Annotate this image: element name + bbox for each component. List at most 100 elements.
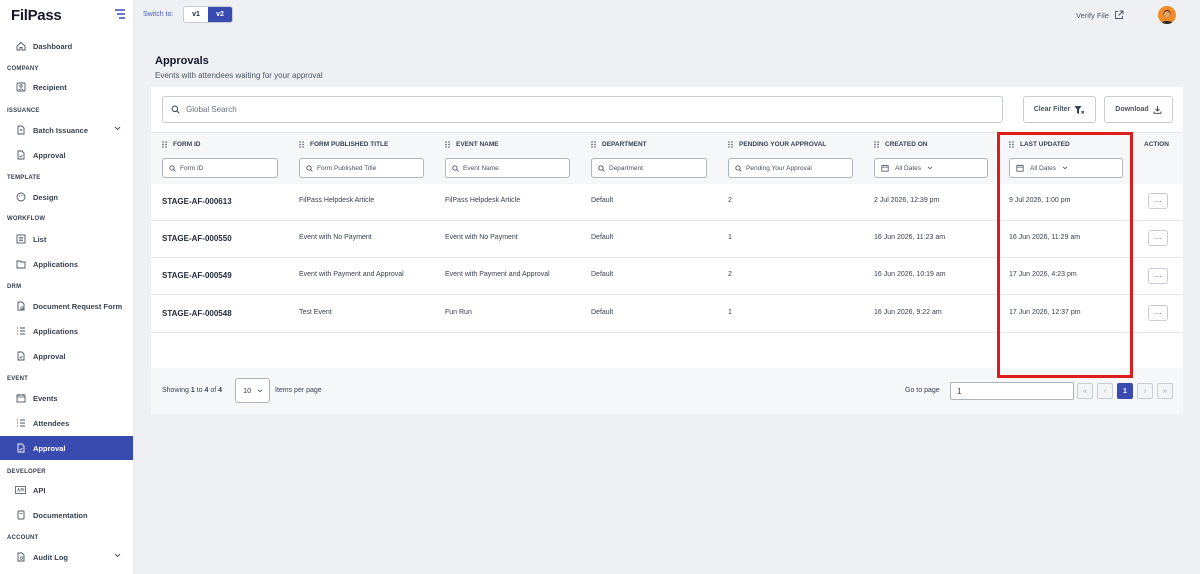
department-filter[interactable] — [591, 158, 707, 178]
chevron-down-icon[interactable] — [114, 553, 121, 558]
drag-grip-icon[interactable] — [874, 141, 879, 148]
sidebar-item-label: Approval — [33, 443, 66, 453]
row-pending: 1 — [728, 234, 732, 241]
book-icon — [15, 510, 26, 521]
section-drm: DRM — [7, 284, 22, 290]
column-header-department[interactable]: DEPARTMENT — [591, 141, 647, 148]
row-action-button[interactable]: ··· — [1148, 193, 1168, 209]
sidebar-item-documentation[interactable]: Documentation — [0, 503, 133, 527]
row-updated: 9 Jul 2026, 1:00 pm — [1009, 197, 1071, 204]
event-name-filter[interactable] — [445, 158, 570, 178]
sidebar-item-workflow-applications[interactable]: Applications — [0, 252, 133, 276]
search-icon — [169, 164, 176, 172]
last-page-button[interactable]: » — [1157, 383, 1173, 399]
row-updated: 17 Jun 2026, 12:37 pm — [1009, 309, 1081, 316]
updated-date-filter[interactable]: All Dates — [1009, 158, 1123, 178]
drag-grip-icon[interactable] — [728, 141, 733, 148]
drag-grip-icon[interactable] — [1009, 141, 1014, 148]
sidebar-item-document-request-form[interactable]: Document Request Form — [0, 294, 133, 318]
search-icon — [598, 164, 605, 172]
approval-doc-icon — [15, 351, 26, 362]
next-page-button[interactable]: › — [1137, 383, 1153, 399]
summary-from: 1 — [190, 387, 195, 394]
sidebar-item-event-approval[interactable]: Approval — [0, 436, 133, 460]
row-created: 16 Jun 2026, 9:22 am — [874, 309, 942, 316]
pending-filter-input[interactable] — [746, 164, 846, 172]
sidebar-item-batch-issuance[interactable]: Batch Issuance — [0, 118, 133, 142]
prev-page-button[interactable]: ‹ — [1097, 383, 1113, 399]
download-button[interactable]: Download — [1104, 96, 1173, 123]
global-search-box[interactable] — [162, 96, 1003, 123]
column-header-form-title[interactable]: FORM PUBLISHED TITLE — [299, 141, 388, 148]
sidebar-item-list[interactable]: List — [0, 227, 133, 251]
sidebar-item-attendees[interactable]: Attendees — [0, 411, 133, 435]
form-id-filter-input[interactable] — [180, 164, 272, 172]
chevron-down-icon — [257, 389, 263, 393]
section-account: ACCOUNT — [7, 535, 39, 541]
row-action-button[interactable]: ··· — [1148, 230, 1168, 246]
sidebar-item-api[interactable]: API — [0, 478, 133, 502]
external-link-icon — [1114, 10, 1124, 19]
clear-filter-button[interactable]: Clear Filter — [1023, 96, 1096, 123]
sidebar-item-design[interactable]: Design — [0, 185, 133, 209]
verify-file-label: Verify File — [1076, 10, 1109, 20]
filpass-logo[interactable]: FilPass — [11, 7, 62, 24]
column-header-created[interactable]: CREATED ON — [874, 141, 928, 148]
column-header-updated[interactable]: LAST UPDATED — [1009, 141, 1070, 148]
drag-grip-icon[interactable] — [299, 141, 304, 148]
sidebar-item-events[interactable]: Events — [0, 386, 133, 410]
created-date-filter[interactable]: All Dates — [874, 158, 988, 178]
drag-grip-icon[interactable] — [162, 141, 167, 148]
verify-file-link[interactable]: Verify File — [1076, 10, 1124, 20]
sidebar-item-drm-applications[interactable]: Applications — [0, 319, 133, 343]
pending-filter[interactable] — [728, 158, 853, 178]
sidebar-item-label: Events — [33, 393, 58, 403]
sidebar-item-label: API — [33, 485, 46, 495]
sidebar-item-label: Applications — [33, 326, 79, 336]
chevron-down-icon[interactable] — [114, 126, 121, 131]
version-switch-label: Switch to: — [143, 11, 174, 18]
department-filter-input[interactable] — [609, 164, 701, 172]
sidebar-item-issuance-approval[interactable]: Approval — [0, 143, 133, 167]
global-search-input[interactable] — [186, 105, 886, 114]
form-id-filter[interactable] — [162, 158, 278, 178]
home-icon — [15, 41, 26, 52]
drag-grip-icon[interactable] — [445, 141, 450, 148]
version-v2-button[interactable]: v2 — [208, 7, 232, 22]
form-title-filter-input[interactable] — [317, 164, 417, 172]
menu-collapse-icon[interactable] — [114, 9, 126, 19]
user-avatar[interactable] — [1158, 6, 1176, 24]
section-workflow: WORKFLOW — [7, 216, 46, 222]
drag-grip-icon[interactable] — [591, 141, 596, 148]
column-header-event-name[interactable]: EVENT NAME — [445, 141, 499, 148]
sidebar-item-label: Batch Issuance — [33, 125, 89, 135]
column-header-label: FORM ID — [173, 141, 201, 148]
row-action-button[interactable]: ··· — [1148, 268, 1168, 284]
search-icon — [171, 105, 180, 114]
clear-filter-label: Clear Filter — [1033, 106, 1071, 113]
section-company: COMPANY — [7, 66, 39, 72]
sidebar-item-audit-log[interactable]: Audit Log — [0, 545, 133, 569]
column-header-form-id[interactable]: FORM ID — [162, 141, 200, 148]
chevron-down-icon — [927, 166, 933, 170]
version-v1-button[interactable]: v1 — [184, 7, 208, 22]
section-issuance: ISSUANCE — [7, 108, 40, 114]
summary-to-word: to — [196, 387, 203, 394]
sidebar-item-label: Document Request Form — [33, 301, 123, 311]
go-to-page-input[interactable]: 1 — [950, 382, 1074, 400]
section-event: EVENT — [7, 376, 29, 382]
row-action-button[interactable]: ··· — [1148, 305, 1168, 321]
version-switch[interactable]: v1 v2 — [183, 6, 233, 23]
first-page-button[interactable]: « — [1077, 383, 1093, 399]
row-event-name: Event with Payment and Approval — [445, 271, 550, 278]
form-title-filter[interactable] — [299, 158, 424, 178]
sidebar-item-dashboard[interactable]: Dashboard — [0, 34, 133, 58]
column-header-label: CREATED ON — [885, 141, 928, 148]
search-icon — [452, 164, 459, 172]
page-1-button[interactable]: 1 — [1117, 383, 1133, 399]
column-header-pending[interactable]: PENDING YOUR APPROVAL — [728, 141, 826, 148]
sidebar-item-drm-approval[interactable]: Approval — [0, 344, 133, 368]
items-per-page-select[interactable]: 10 — [235, 378, 270, 403]
sidebar-item-recipient[interactable]: Recipient — [0, 75, 133, 99]
event-name-filter-input[interactable] — [463, 164, 563, 172]
